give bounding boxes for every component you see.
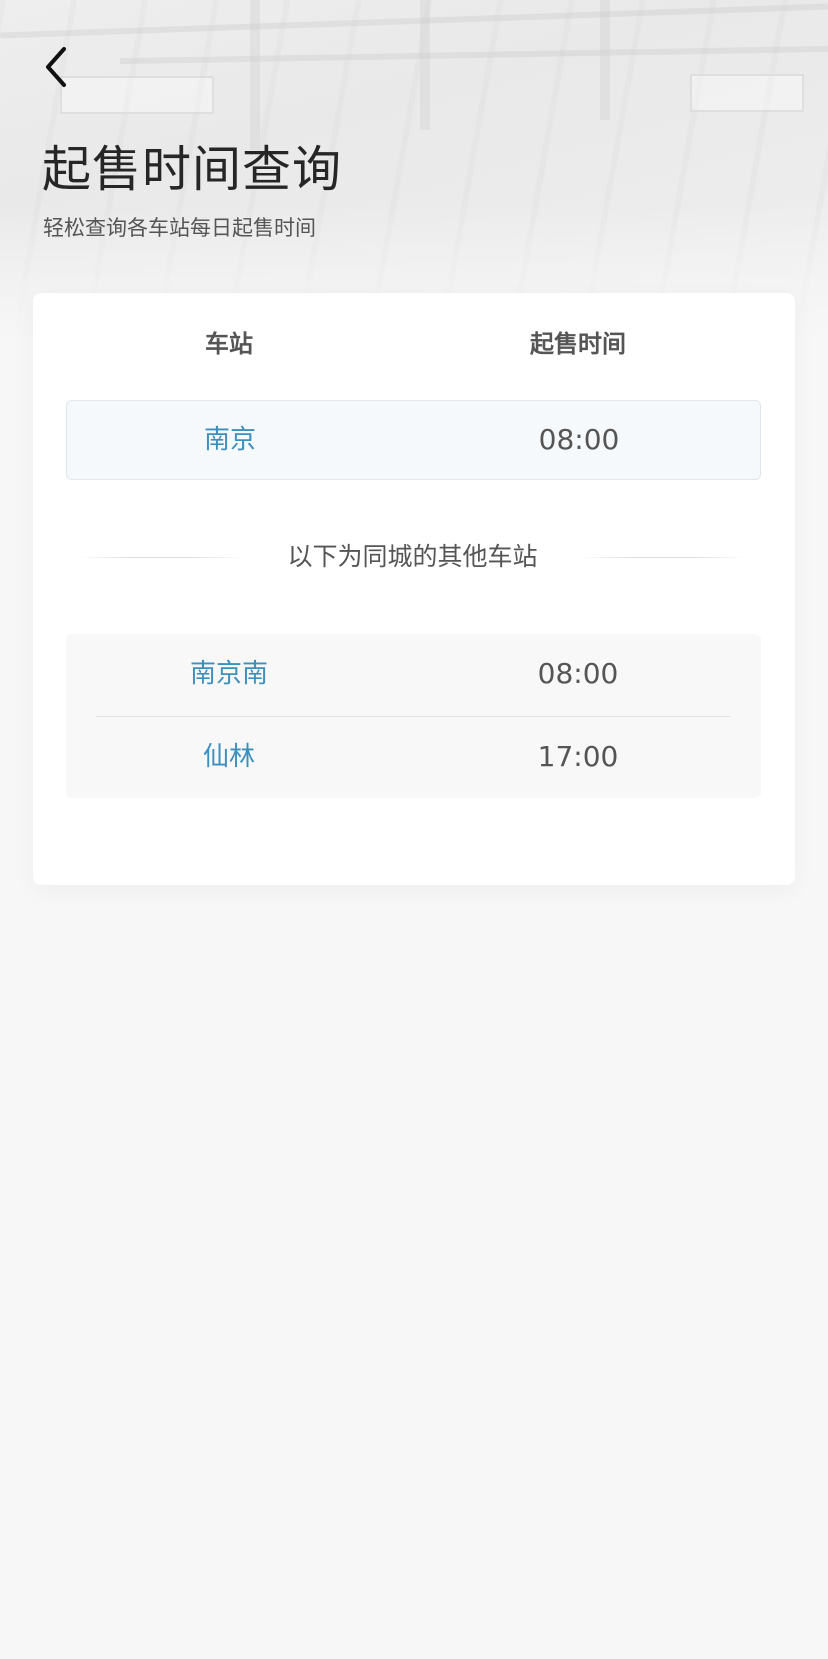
divider-line-left <box>80 557 245 558</box>
same-city-divider: 以下为同城的其他车站 <box>80 535 745 579</box>
column-header-sale-time: 起售时间 <box>530 330 626 358</box>
column-header-station: 车站 <box>205 330 253 358</box>
other-sale-time: 08:00 <box>537 657 619 690</box>
other-stations-list: 南京南 08:00 仙林 17:00 <box>66 634 761 798</box>
other-station-name[interactable]: 南京南 <box>129 634 329 714</box>
primary-sale-time: 08:00 <box>538 423 620 456</box>
page-title: 起售时间查询 <box>42 141 343 198</box>
other-station-row: 仙林 17:00 <box>66 717 761 799</box>
other-sale-time: 17:00 <box>537 740 619 773</box>
page-subtitle: 轻松查询各车站每日起售时间 <box>43 216 316 240</box>
other-station-name[interactable]: 仙林 <box>129 717 329 797</box>
chevron-left-icon <box>46 47 66 87</box>
primary-station-row: 南京 08:00 <box>66 400 761 480</box>
divider-text: 以下为同城的其他车站 <box>287 542 538 571</box>
divider-line-right <box>580 557 745 558</box>
primary-station-name[interactable]: 南京 <box>130 400 330 480</box>
back-button[interactable] <box>34 42 78 92</box>
other-station-row: 南京南 08:00 <box>66 634 761 716</box>
